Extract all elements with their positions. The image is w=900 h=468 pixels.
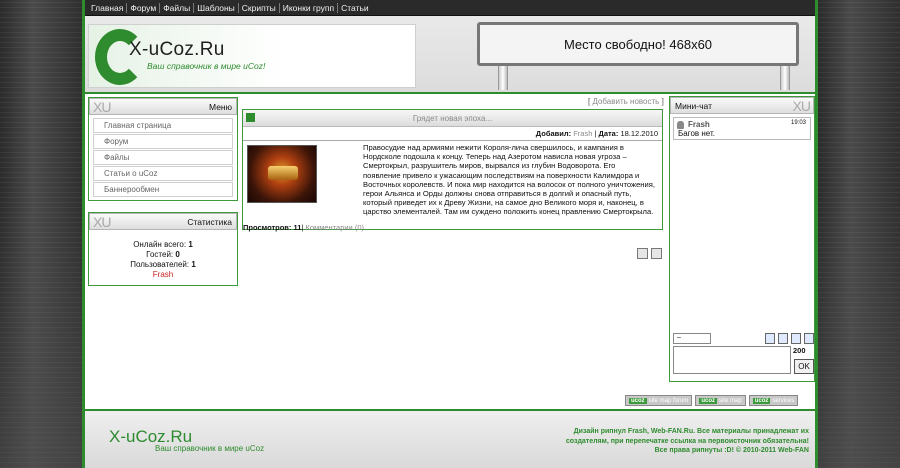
add-news: [ Добавить новость ] (588, 97, 664, 106)
rss-icon[interactable] (637, 248, 648, 259)
menu-item-forum[interactable]: Форум (93, 134, 233, 149)
footer-copyright: Дизайн рипнул Frash, Web-FAN.Ru. Все мат… (565, 428, 809, 454)
nav-group-icons[interactable]: Иконки групп (280, 2, 339, 13)
stats-content: Онлайн всего: 1 Гостей: 0 Пользователей:… (89, 230, 237, 280)
bold-icon[interactable] (791, 333, 801, 344)
sitemap-link[interactable]: ucoz site map (695, 395, 746, 406)
news-views: 11 (293, 223, 302, 232)
chat-text: Багов нет. (678, 129, 715, 138)
news-marker-icon (246, 113, 255, 122)
menu-title: Меню (209, 101, 232, 112)
banner-post-left (498, 66, 508, 90)
news-date: 18.12.2010 (620, 129, 658, 138)
right-decor-panel (818, 0, 900, 468)
menu-item-files[interactable]: Файлы (93, 150, 233, 165)
news-image (247, 145, 317, 203)
stats-guests: Гостей: 0 (146, 250, 180, 259)
news-header: Грядет новая эпоха... (243, 110, 662, 127)
menu-item-home[interactable]: Главная страница (93, 118, 233, 133)
chat-message-input[interactable] (673, 346, 791, 374)
smiles-icon[interactable] (778, 333, 788, 344)
menu-item-articles[interactable]: Статьи о uCoz (93, 166, 233, 181)
stats-block: XU Статистика Онлайн всего: 1 Гостей: 0 … (88, 212, 238, 286)
nav-scripts[interactable]: Скрипты (239, 2, 280, 13)
online-user-link[interactable]: Frash (89, 270, 237, 280)
nav-files[interactable]: Файлы (160, 2, 195, 13)
refresh-icon[interactable] (765, 333, 775, 344)
chat-send-button[interactable]: OK (794, 359, 814, 374)
stats-users: Пользователей: 1 (130, 260, 196, 269)
top-navigation: Главная Форум Файлы Шаблоны Скрипты Икон… (85, 0, 815, 16)
site-header: X-uCoz.Ru Ваш справочник в мире uCoz! Ме… (85, 16, 815, 94)
logo-title: X-uCoz.Ru (129, 39, 225, 60)
chat-char-counter: 200 (793, 346, 806, 355)
footer-subtitle: Ваш справочник в мире uCoz (155, 444, 265, 453)
xu-mark: XU (93, 214, 111, 230)
xu-mark: XU (93, 99, 111, 115)
news-comments-link[interactable]: Комментарии (0) (306, 223, 365, 232)
site-logo[interactable]: X-uCoz.Ru Ваш справочник в мире uCoz! (88, 24, 416, 88)
minichat-block: Мини-чат XU Frash 19:03 Багов нет. – 200… (669, 96, 815, 382)
news-author[interactable]: Frash (573, 129, 592, 138)
user-icon (677, 121, 684, 129)
chat-header: Мини-чат XU (670, 97, 814, 114)
news-footer: Просмотров: 11| Комментарии (0) (243, 223, 364, 232)
news-meta: Добавил: Frash | Дата: 18.12.2010 (243, 127, 662, 141)
nav-templates[interactable]: Шаблоны (194, 2, 239, 13)
left-decor-panel (0, 0, 82, 468)
chat-smiles-select[interactable]: – (673, 333, 711, 344)
news-entry: Грядет новая эпоха... Добавил: Frash | Д… (242, 109, 663, 232)
chat-message: Frash 19:03 Багов нет. (673, 117, 811, 140)
add-news-link[interactable]: Добавить новость (592, 97, 659, 106)
menu-block: XU Меню Главная страница Форум Файлы Ста… (88, 97, 238, 201)
chat-time: 19:03 (790, 120, 806, 126)
site-footer: X-uCoz.Ru Ваш справочник в мире uCoz Диз… (85, 409, 815, 468)
ad-banner[interactable]: Место свободно! 468x60 (477, 22, 799, 66)
news-text: Правосудие над армиями нежити Короля-лич… (363, 143, 655, 217)
news-title[interactable]: Грядет новая эпоха... (413, 114, 492, 123)
page-frame: Главная Форум Файлы Шаблоны Скрипты Икон… (82, 0, 818, 468)
menu-list: Главная страница Форум Файлы Статьи о uC… (89, 115, 237, 201)
sitemap-links: ucoz site map forum ucoz site map ucoz serv… (625, 395, 799, 406)
xu-mark: XU (792, 98, 811, 114)
stats-title: Статистика (187, 216, 232, 227)
chat-title: Мини-чат (675, 100, 712, 111)
nav-home[interactable]: Главная (88, 2, 128, 13)
sitemap-forum-link[interactable]: ucoz site map forum (625, 395, 693, 406)
nav-forum[interactable]: Форум (127, 2, 161, 13)
menu-header: XU Меню (89, 98, 237, 115)
news-tools (637, 248, 662, 259)
banner-post-right (780, 66, 790, 90)
services-link[interactable]: ucoz services (748, 395, 799, 406)
print-icon[interactable] (651, 248, 662, 259)
nav-articles[interactable]: Статьи (338, 3, 372, 13)
menu-item-banner-exchange[interactable]: Баннерообмен (93, 182, 233, 197)
stats-header: XU Статистика (89, 213, 237, 230)
news-body: Правосудие над армиями нежити Короля-лич… (243, 141, 662, 232)
logo-subtitle: Ваш справочник в мире uCoz! (147, 61, 266, 71)
chat-toolbar: – (673, 333, 814, 345)
archive-icon[interactable] (804, 333, 814, 344)
stats-online: Онлайн всего: 1 (133, 240, 193, 249)
